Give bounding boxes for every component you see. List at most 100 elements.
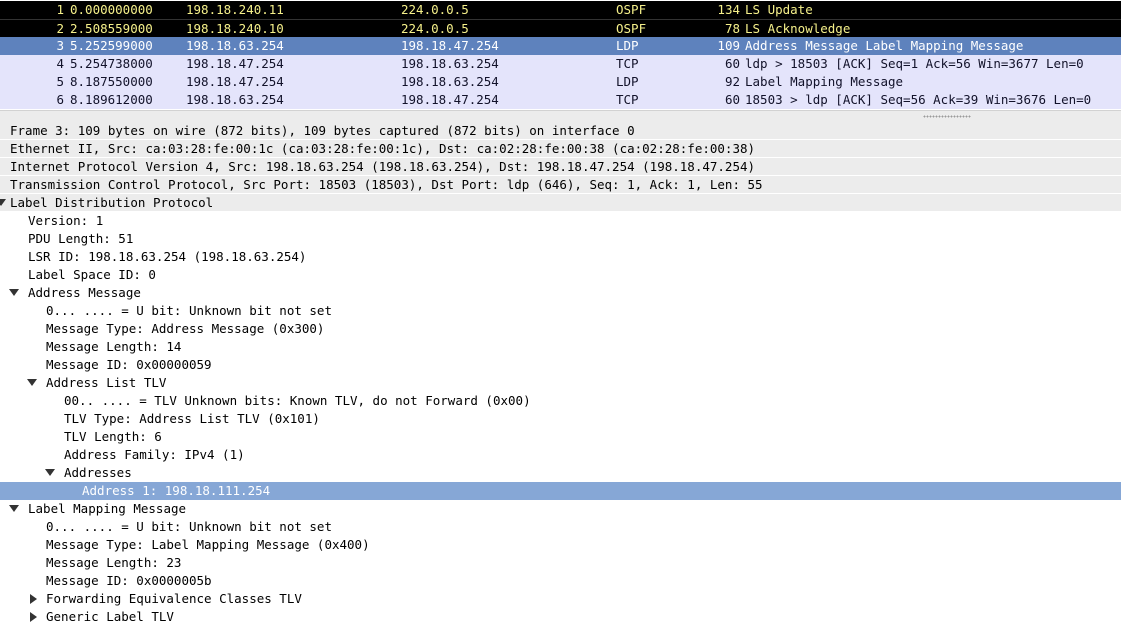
collapse-arrow-icon[interactable] <box>30 594 37 604</box>
tree-item-label-space-id[interactable]: Label Space ID: 0 <box>0 266 1121 284</box>
tree-item-label: Message Length: 14 <box>46 339 182 354</box>
packet-row[interactable]: 1 0.000000000 198.18.240.11 224.0.0.5 OS… <box>0 1 1121 19</box>
packet-length: 92 <box>724 74 740 89</box>
packet-destination: 198.18.47.254 <box>401 38 499 53</box>
packet-info-text: Label Mapping Message <box>745 74 904 89</box>
tree-item-pdu-length[interactable]: PDU Length: 51 <box>0 230 1121 248</box>
expand-arrow-icon[interactable] <box>9 289 19 296</box>
packet-source: 198.18.240.10 <box>186 21 284 36</box>
tree-item-label: Generic Label TLV <box>46 609 174 624</box>
expand-arrow-icon[interactable] <box>9 505 19 512</box>
packet-length: 60 <box>724 92 740 107</box>
tree-item-label: Frame 3: 109 bytes on wire (872 bits), 1… <box>10 123 635 138</box>
packet-number: 5 <box>56 74 64 89</box>
packet-time: 5.254738000 <box>70 56 153 71</box>
packet-source: 198.18.47.254 <box>186 56 284 71</box>
packet-source: 198.18.240.11 <box>186 2 284 17</box>
packet-number: 4 <box>56 56 64 71</box>
tree-item-label: Ethernet II, Src: ca:03:28:fe:00:1c (ca:… <box>10 141 756 156</box>
tree-item-message-length[interactable]: Message Length: 14 <box>0 338 1121 356</box>
tree-item-label: 0... .... = U bit: Unknown bit not set <box>46 519 332 534</box>
splitter-grip-icon[interactable] <box>923 115 971 118</box>
expand-arrow-icon[interactable] <box>45 469 55 476</box>
tree-item-ethernet[interactable]: Ethernet II, Src: ca:03:28:fe:00:1c (ca:… <box>0 140 1121 158</box>
tree-item-address-family[interactable]: Address Family: IPv4 (1) <box>0 446 1121 464</box>
tree-item-version[interactable]: Version: 1 <box>0 212 1121 230</box>
tree-item-label: 00.. .... = TLV Unknown bits: Known TLV,… <box>64 393 531 408</box>
tree-item-label: Address List TLV <box>46 375 167 390</box>
packet-destination: 198.18.47.254 <box>401 92 499 107</box>
tree-item-label: Message Length: 23 <box>46 555 182 570</box>
packet-row[interactable]: 6 8.189612000 198.18.63.254 198.18.47.25… <box>0 91 1121 109</box>
tree-item-label: Version: 1 <box>28 213 104 228</box>
tree-item-label: Address Family: IPv4 (1) <box>64 447 245 462</box>
packet-source: 198.18.63.254 <box>186 92 284 107</box>
packet-protocol: TCP <box>616 56 639 71</box>
tree-item-message-type[interactable]: Message Type: Label Mapping Message (0x4… <box>0 536 1121 554</box>
packet-number: 6 <box>56 92 64 107</box>
packet-details-tree: Frame 3: 109 bytes on wire (872 bits), 1… <box>0 122 1121 635</box>
packet-source: 198.18.47.254 <box>186 74 284 89</box>
tree-item-address-1-selected[interactable]: Address 1: 198.18.111.254 <box>0 482 1121 500</box>
tree-item-message-id[interactable]: Message ID: 0x0000005b <box>0 572 1121 590</box>
tree-item-generic-label-tlv[interactable]: Generic Label TLV <box>0 608 1121 626</box>
packet-destination: 224.0.0.5 <box>401 21 469 36</box>
packet-row[interactable]: 2 2.508559000 198.18.240.10 224.0.0.5 OS… <box>0 19 1121 38</box>
expand-arrow-icon[interactable] <box>0 199 6 206</box>
packet-time: 5.252599000 <box>70 38 153 53</box>
tree-item-label: Message Type: Label Mapping Message (0x4… <box>46 537 370 552</box>
tree-item-frame[interactable]: Frame 3: 109 bytes on wire (872 bits), 1… <box>0 122 1121 140</box>
tree-item-tlv-unknown-bits[interactable]: 00.. .... = TLV Unknown bits: Known TLV,… <box>0 392 1121 410</box>
tree-item-label: 0... .... = U bit: Unknown bit not set <box>46 303 332 318</box>
tree-item-addresses[interactable]: Addresses <box>0 464 1121 482</box>
tree-item-label-mapping-message[interactable]: Label Mapping Message <box>0 500 1121 518</box>
tree-item-label: Label Mapping Message <box>28 501 187 516</box>
packet-length: 134 <box>717 2 740 17</box>
tree-item-label: Message ID: 0x00000059 <box>46 357 212 372</box>
packet-protocol: OSPF <box>616 21 647 36</box>
expand-arrow-icon[interactable] <box>27 379 37 386</box>
packet-length: 60 <box>724 56 740 71</box>
tree-item-u-bit[interactable]: 0... .... = U bit: Unknown bit not set <box>0 302 1121 320</box>
tree-item-address-message[interactable]: Address Message <box>0 284 1121 302</box>
tree-item-label: Address 1: 198.18.111.254 <box>82 483 271 498</box>
tree-item-label: Forwarding Equivalence Classes TLV <box>46 591 302 606</box>
packet-protocol: LDP <box>616 38 639 53</box>
tree-item-message-length[interactable]: Message Length: 23 <box>0 554 1121 572</box>
packet-info-text: ldp > 18503 [ACK] Seq=1 Ack=56 Win=3677 … <box>745 56 1084 71</box>
packet-time: 2.508559000 <box>70 21 153 36</box>
tree-item-lsr-id[interactable]: LSR ID: 198.18.63.254 (198.18.63.254) <box>0 248 1121 266</box>
packet-row[interactable]: 5 8.187550000 198.18.47.254 198.18.63.25… <box>0 73 1121 91</box>
tree-item-label: Transmission Control Protocol, Src Port:… <box>10 177 763 192</box>
packet-list: 1 0.000000000 198.18.240.11 224.0.0.5 OS… <box>0 0 1121 110</box>
packet-destination: 198.18.63.254 <box>401 74 499 89</box>
tree-item-tlv-type[interactable]: TLV Type: Address List TLV (0x101) <box>0 410 1121 428</box>
tree-item-label: Addresses <box>64 465 132 480</box>
packet-number: 3 <box>56 38 64 53</box>
tree-item-label: Internet Protocol Version 4, Src: 198.18… <box>10 159 756 174</box>
packet-row-selected[interactable]: 3 5.252599000 198.18.63.254 198.18.47.25… <box>0 37 1121 55</box>
tree-item-message-id[interactable]: Message ID: 0x00000059 <box>0 356 1121 374</box>
tree-item-label: Address Message <box>28 285 141 300</box>
tree-item-message-type[interactable]: Message Type: Address Message (0x300) <box>0 320 1121 338</box>
tree-item-u-bit[interactable]: 0... .... = U bit: Unknown bit not set <box>0 518 1121 536</box>
tree-item-label: Label Distribution Protocol <box>10 195 214 210</box>
packet-protocol: LDP <box>616 74 639 89</box>
collapse-arrow-icon[interactable] <box>30 612 37 622</box>
packet-destination: 224.0.0.5 <box>401 2 469 17</box>
packet-info-text: 18503 > ldp [ACK] Seq=56 Ack=39 Win=3676… <box>745 92 1092 107</box>
packet-destination: 198.18.63.254 <box>401 56 499 71</box>
tree-item-ldp[interactable]: Label Distribution Protocol <box>0 194 1121 212</box>
tree-item-address-list-tlv[interactable]: Address List TLV <box>0 374 1121 392</box>
tree-item-label: Message Type: Address Message (0x300) <box>46 321 325 336</box>
tree-item-fec-tlv[interactable]: Forwarding Equivalence Classes TLV <box>0 590 1121 608</box>
tree-item-label: TLV Length: 6 <box>64 429 162 444</box>
tree-item-tcp[interactable]: Transmission Control Protocol, Src Port:… <box>0 176 1121 194</box>
packet-time: 0.000000000 <box>70 2 153 17</box>
packet-time: 8.187550000 <box>70 74 153 89</box>
tree-item-tlv-length[interactable]: TLV Length: 6 <box>0 428 1121 446</box>
packet-row[interactable]: 4 5.254738000 198.18.47.254 198.18.63.25… <box>0 55 1121 73</box>
packet-info-text: LS Acknowledge <box>745 21 851 36</box>
tree-item-label: TLV Type: Address List TLV (0x101) <box>64 411 320 426</box>
tree-item-ip[interactable]: Internet Protocol Version 4, Src: 198.18… <box>0 158 1121 176</box>
